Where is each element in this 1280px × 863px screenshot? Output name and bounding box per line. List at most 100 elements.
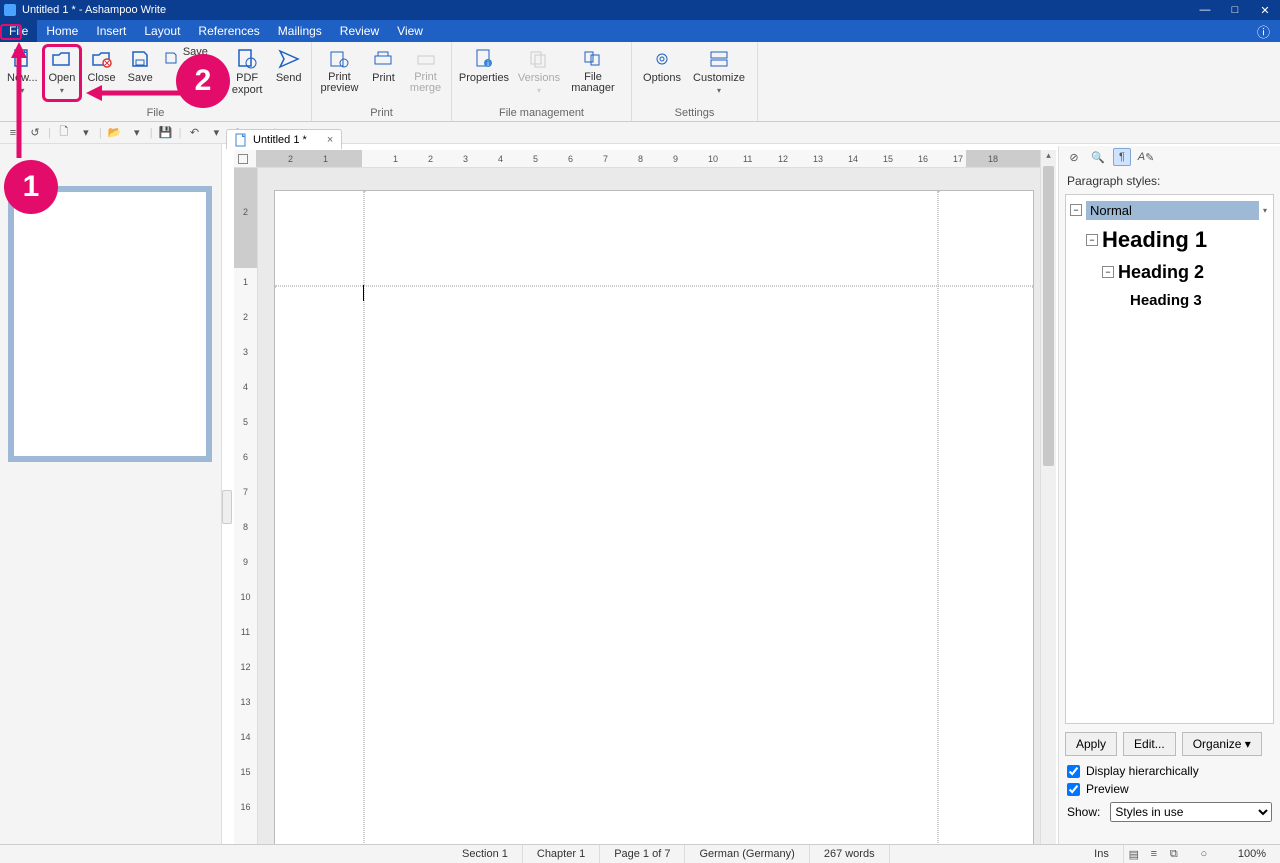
print-button[interactable]: Print: [364, 46, 403, 86]
gear-icon: [650, 48, 674, 70]
window-title: Untitled 1 * - Ashampoo Write: [22, 4, 166, 16]
menu-mailings[interactable]: Mailings: [269, 20, 331, 42]
save-button[interactable]: Save: [121, 46, 160, 86]
customize-button[interactable]: Customize ▾: [689, 46, 749, 97]
status-lang[interactable]: German (Germany): [685, 845, 809, 863]
group-print-label: Print: [312, 106, 451, 121]
new-icon: [10, 48, 34, 70]
file-manager-button[interactable]: File manager: [565, 46, 621, 96]
options-button[interactable]: Options: [635, 46, 689, 86]
preview-checkbox[interactable]: [1067, 783, 1080, 796]
print-preview-button[interactable]: Print preview: [315, 46, 364, 96]
menu-layout[interactable]: Layout: [135, 20, 189, 42]
manager-icon: [581, 48, 605, 70]
preview-label: Preview: [1086, 782, 1129, 796]
organize-button[interactable]: Organize ▾: [1182, 732, 1262, 756]
style-heading3[interactable]: Heading 3: [1130, 292, 1202, 309]
title-bar: Untitled 1 * - Ashampoo Write — □ ✕: [0, 0, 1280, 20]
menu-review[interactable]: Review: [331, 20, 388, 42]
open-icon: [50, 48, 74, 70]
pdf-icon: [235, 48, 259, 70]
send-icon: [277, 48, 301, 70]
edit-button[interactable]: Edit...: [1123, 732, 1176, 756]
sb-para-icon[interactable]: ¶: [1113, 148, 1131, 166]
minimize-button[interactable]: —: [1190, 4, 1220, 16]
show-select[interactable]: Styles in use: [1110, 802, 1272, 822]
open-button[interactable]: Open ▾: [42, 46, 83, 97]
quick-access-toolbar: ≡ ↺ | 🗋 ▾ | 📂 ▾ | 💾 | ↶ ▾ ↷ ▾ | ▷ ▾: [0, 122, 1280, 144]
status-bar: Section 1 Chapter 1 Page 1 of 7 German (…: [0, 844, 1280, 863]
qat-new-icon[interactable]: 🗋: [55, 124, 73, 142]
status-page[interactable]: Page 1 of 7: [600, 845, 685, 863]
status-ins[interactable]: Ins: [1080, 845, 1124, 863]
status-chapter[interactable]: Chapter 1: [523, 845, 600, 863]
zoom-out-icon[interactable]: ○: [1184, 848, 1224, 860]
properties-button[interactable]: i Properties: [455, 46, 513, 86]
print-icon: [371, 48, 395, 70]
customize-icon: [707, 48, 731, 70]
style-tree[interactable]: − Normal ▾ − Heading 1 − Heading 2 Headi…: [1065, 194, 1274, 724]
apply-button[interactable]: Apply: [1065, 732, 1117, 756]
menu-file[interactable]: File: [0, 20, 37, 42]
menu-bar: File Home Insert Layout References Maili…: [0, 20, 1280, 42]
properties-icon: i: [472, 48, 496, 70]
style-dd-icon[interactable]: ▾: [1259, 206, 1271, 215]
save-icon: [128, 48, 152, 70]
style-heading2[interactable]: Heading 2: [1118, 262, 1204, 283]
qat-dd2-icon[interactable]: ▾: [128, 124, 146, 142]
menu-view[interactable]: View: [388, 20, 432, 42]
style-heading1[interactable]: Heading 1: [1102, 227, 1207, 253]
close-button[interactable]: ✕: [1250, 4, 1280, 17]
save-as-button[interactable]: Save as: [159, 48, 224, 68]
qat-open-icon[interactable]: 📂: [106, 124, 124, 142]
menu-references[interactable]: References: [189, 20, 268, 42]
style-normal[interactable]: Normal: [1086, 201, 1259, 220]
qat-save-icon[interactable]: 💾: [157, 124, 175, 142]
expand-icon[interactable]: −: [1070, 204, 1082, 216]
app-icon: [4, 4, 16, 16]
merge-icon: [414, 48, 438, 70]
qat-undo-icon[interactable]: ↺: [26, 124, 44, 142]
preview-icon: [327, 48, 351, 70]
group-fm-label: File management: [452, 106, 631, 121]
maximize-button[interactable]: □: [1220, 4, 1250, 16]
new-button[interactable]: New... ▾: [3, 46, 42, 97]
thumbnail-pane[interactable]: [0, 144, 222, 844]
send-button[interactable]: Send: [269, 46, 308, 86]
expand-icon[interactable]: −: [1086, 234, 1098, 246]
menu-home[interactable]: Home: [37, 20, 87, 42]
display-hier-checkbox[interactable]: [1067, 765, 1080, 778]
sb-none-icon[interactable]: ⊘: [1065, 148, 1083, 166]
display-hier-label: Display hierarchically: [1086, 764, 1199, 778]
versions-icon: [527, 48, 551, 70]
group-settings-label: Settings: [632, 106, 757, 121]
qat-undo2-icon[interactable]: ↶: [185, 124, 203, 142]
close-icon: [90, 48, 114, 70]
view-outline-icon[interactable]: ⧉: [1164, 848, 1184, 861]
help-button[interactable]: ⓘ: [1247, 22, 1280, 41]
status-words[interactable]: 267 words: [810, 845, 890, 863]
sidebar-title: Paragraph styles:: [1059, 168, 1280, 192]
view-normal-icon[interactable]: ▤: [1124, 848, 1144, 861]
styles-sidebar: ⊘ 🔍 ¶ A✎ Paragraph styles: − Normal ▾ − …: [1058, 146, 1280, 844]
status-zoom[interactable]: 100%: [1224, 845, 1280, 863]
menu-insert[interactable]: Insert: [87, 20, 135, 42]
page-thumbnail[interactable]: [8, 186, 212, 462]
close-document-button[interactable]: Close: [82, 46, 121, 86]
print-merge-button[interactable]: Print merge: [403, 46, 448, 96]
qat-para-icon[interactable]: ≡: [4, 124, 22, 142]
splitter-handle[interactable]: [222, 490, 232, 524]
saveas-icon: [163, 50, 178, 66]
show-label: Show:: [1067, 805, 1100, 819]
sb-search-icon[interactable]: 🔍: [1089, 148, 1107, 166]
view-continuous-icon[interactable]: ≡: [1144, 848, 1164, 860]
expand-icon[interactable]: −: [1102, 266, 1114, 278]
pdf-export-button[interactable]: PDF export: [225, 46, 269, 98]
qat-dd1-icon[interactable]: ▾: [77, 124, 95, 142]
qat-dd3-icon[interactable]: ▾: [207, 124, 225, 142]
versions-button[interactable]: Versions ▾: [513, 46, 565, 97]
status-section[interactable]: Section 1: [448, 845, 523, 863]
group-file-label: File: [0, 106, 311, 121]
ribbon: New... ▾ Open ▾ Close Save Save as: [0, 42, 1280, 122]
sb-char-icon[interactable]: A✎: [1137, 148, 1155, 166]
